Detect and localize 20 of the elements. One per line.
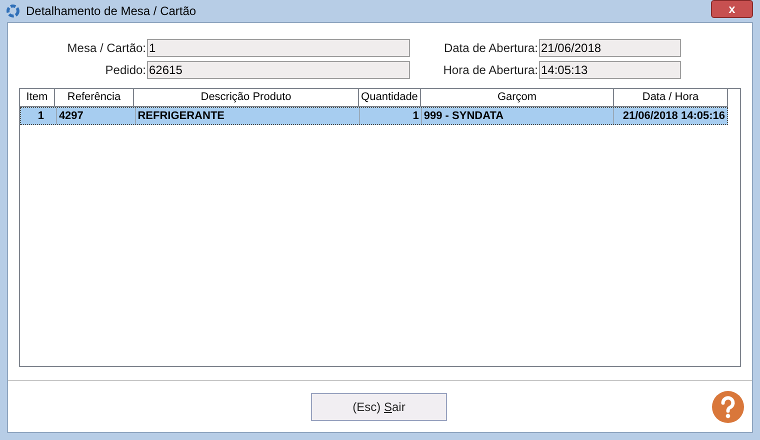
table-cell: 21/06/2018 14:05:16 xyxy=(613,108,727,124)
help-icon[interactable] xyxy=(712,390,744,422)
text-field[interactable]: 14:05:13 xyxy=(539,61,681,79)
text-field[interactable]: 21/06/2018 xyxy=(539,39,681,57)
exit-button[interactable]: (Esc) Sair xyxy=(311,392,447,420)
table-cell-text: 1 xyxy=(36,109,45,124)
table-cell: REFRIGERANTE xyxy=(134,108,360,124)
field-label: Pedido: xyxy=(104,62,146,79)
table-row[interactable]: 1 4297 REFRIGERANTE 1 999 - SYNDATA 21/06/2018 14:05:16 xyxy=(20,107,728,125)
field-label: Hora de Abertura: xyxy=(442,62,538,79)
close-button[interactable]: x xyxy=(711,0,753,18)
table-cell: 1 xyxy=(359,108,421,124)
field-label: Mesa / Cartão: xyxy=(66,40,146,57)
table-cell: 4297 xyxy=(56,108,135,124)
window-title: Detalhamento de Mesa / Cartão xyxy=(26,3,196,20)
app-icon xyxy=(6,4,20,18)
table-cell: 999 - SYNDATA xyxy=(420,108,614,124)
text-field[interactable]: 1 xyxy=(147,39,410,57)
field-label: Data de Abertura: xyxy=(442,40,538,57)
text-field[interactable]: 62615 xyxy=(147,61,410,79)
